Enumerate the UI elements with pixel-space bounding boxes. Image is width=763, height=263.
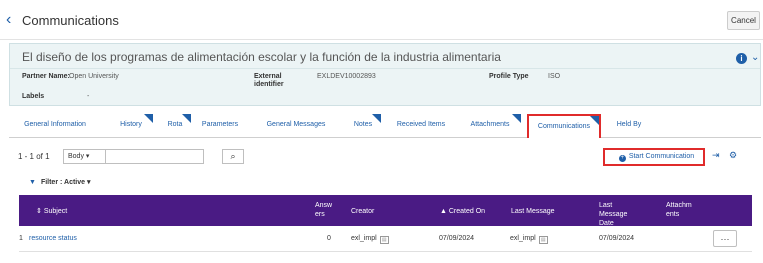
search-scope-select[interactable]: Body ▾ [63,149,105,164]
flag-marker [512,114,521,123]
tab-general-information[interactable]: General Information [9,114,101,138]
tab-rota[interactable]: Rota [159,114,191,138]
labels-label: Labels [22,93,45,100]
flag-marker [182,114,191,123]
flag-marker [144,114,153,123]
gear-icon[interactable]: ⚙ [729,150,737,161]
profile-type-value: ISO [548,73,561,80]
profile-type-label: Profile Type [489,73,529,80]
back-chevron-icon[interactable]: ‹ [6,12,18,28]
tab-parameters[interactable]: Parameters [195,114,245,138]
search-icon[interactable]: ⌕ [222,149,244,164]
tab-notes[interactable]: Notes [345,114,381,138]
labels-value: - [87,93,90,100]
column-creator[interactable]: Creator [351,207,374,216]
column-created-on[interactable]: ▲ Created On [440,207,485,216]
tab-attachments[interactable]: Attachments [459,114,521,138]
subject-link[interactable]: resource status [29,235,77,242]
column-subject[interactable]: ⇕ Subject [36,207,67,216]
answers-count: 0 [327,235,331,242]
tab-received-items[interactable]: Received Items [387,114,455,138]
result-count: 1 - 1 of 1 [18,152,50,161]
flag-marker [372,114,381,123]
row-index: 1 [19,235,23,242]
tab-held-by[interactable]: Held By [609,114,649,138]
plus-circle-icon: + [618,155,626,162]
top-bar: ‹ Communications Cancel [0,0,763,40]
tab-communications[interactable]: Communications [527,114,601,138]
more-icon[interactable]: ··· [713,230,737,247]
search-input[interactable] [105,149,204,164]
start-communication-button[interactable]: + Start Communication [603,148,705,166]
flag-marker [590,116,599,125]
external-identifier-value: EXLDEV10002893 [317,73,376,80]
user-icon[interactable]: ▤ [379,236,389,244]
partner-label: Partner Name: [22,73,70,80]
column-last-message[interactable]: Last Message [511,207,555,216]
list-toolbar: 1 - 1 of 1 Body ▾ ⌕ + Start Communication… [9,146,761,168]
column-last-message-date[interactable]: Last Message Date [599,201,639,228]
partner-value: Open University [69,73,119,80]
last-message-cell: exl_impl ▤ [510,235,548,244]
tab-bar: General Information History Rota Paramet… [9,114,761,138]
user-icon[interactable]: ▤ [538,236,548,244]
filter-dropdown[interactable]: ▼ Filter : Active ▾ [29,178,91,186]
page-title: Communications [22,13,119,28]
tab-general-messages[interactable]: General Messages [253,114,339,138]
last-message-date-cell: 07/09/2024 [599,235,635,242]
export-icon[interactable]: ⇥ [712,150,720,161]
creator-cell: exl_impl ▤ [351,235,389,244]
record-title: El diseño de los programas de alimentaci… [22,50,501,64]
column-answers[interactable]: Answers [315,201,333,219]
chevron-down-icon[interactable]: ⌄ [751,52,759,63]
filter-icon: ▼ [29,179,36,186]
created-on-cell: 07/09/2024 [439,235,475,242]
info-icon[interactable]: i [736,53,747,64]
tab-history[interactable]: History [109,114,153,138]
column-attachments[interactable]: Attachments [666,201,692,219]
external-identifier-label: External identifier [254,73,284,88]
table-header: ⇕ Subject Answers Creator ▲ Created On L… [19,195,752,228]
table-row: 1 resource status 0 exl_impl ▤ 07/09/2024… [19,226,752,252]
cancel-button[interactable]: Cancel [727,11,760,30]
record-panel: El diseño de los programas de alimentaci… [9,43,761,106]
divider [10,68,760,69]
